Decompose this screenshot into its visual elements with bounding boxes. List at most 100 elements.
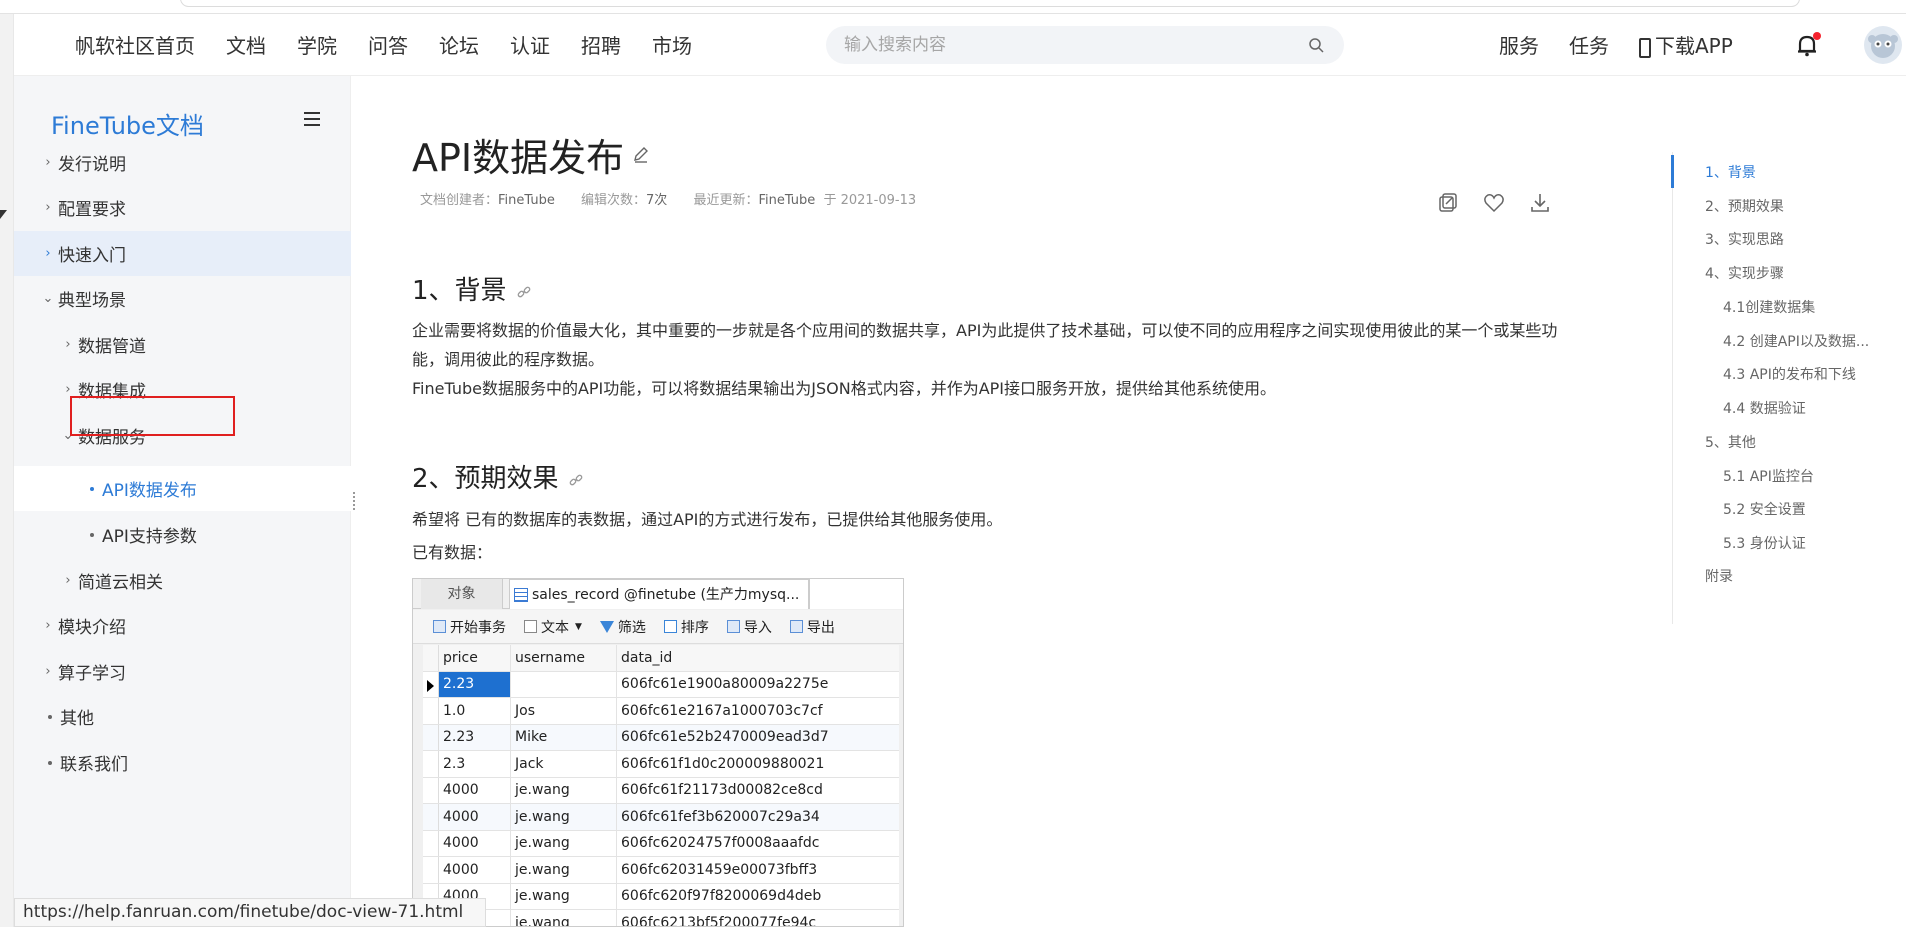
table-cell: 606fc62031459e00073fbff3 xyxy=(621,861,818,878)
toc-item[interactable]: 5.2 安全设置 xyxy=(1723,499,1806,519)
toc-item[interactable]: 4、实现步骤 xyxy=(1705,263,1784,283)
table-cell: 2.23 xyxy=(439,724,511,750)
sidebar-title[interactable]: FineTube文档 xyxy=(51,106,204,141)
sidebar-item-operators[interactable]: › 算子学习 xyxy=(14,649,351,694)
toc-item[interactable]: 4.1创建数据集 xyxy=(1723,297,1815,317)
section-heading-expected: 2、预期效果 xyxy=(412,458,583,495)
sidebar-item-label: API数据发布 xyxy=(102,481,197,501)
copy-edit-icon[interactable] xyxy=(1437,192,1459,214)
export-button: 导出 xyxy=(789,617,835,637)
table-row: 4000 je.wang 606fc62024757f0008aaafdc xyxy=(423,830,899,857)
filter-icon xyxy=(599,620,614,633)
chevron-right-icon: › xyxy=(65,573,71,588)
nav-jobs[interactable]: 招聘 xyxy=(581,30,621,59)
sidebar-item-label: 简道云相关 xyxy=(78,573,163,593)
table-toolbar: 开始事务 文本 ▼ 筛选 排序 导入 导出 xyxy=(413,610,903,644)
table-cell: 1.0 xyxy=(439,698,511,724)
updated-date: 于 2021-09-13 xyxy=(823,193,917,208)
sidebar-item-jiandaoyun[interactable]: › 简道云相关 xyxy=(14,558,351,603)
toc-item[interactable]: 5.3 身份认证 xyxy=(1723,533,1806,553)
chevron-right-icon: › xyxy=(45,155,51,170)
link-icon[interactable] xyxy=(517,285,531,299)
nav-forum[interactable]: 论坛 xyxy=(439,30,479,59)
table-cell: 606fc61e1900a80009a2275e xyxy=(621,676,829,693)
doc-sidebar: FineTube文档 › 发行说明 › 配置要求 › 快速入门 ⌄ 典型场景 › 数据管道… xyxy=(14,76,351,927)
toolbar-label: 导出 xyxy=(806,619,835,636)
toc-active-indicator xyxy=(1671,155,1674,188)
table-header-row: price username data_id xyxy=(423,645,899,672)
table-row: 4000 je.wang 606fc61f21173d00082ce8cd xyxy=(423,777,899,804)
nav-certification[interactable]: 认证 xyxy=(510,30,550,59)
search-icon[interactable] xyxy=(1308,37,1324,53)
chevron-right-icon: › xyxy=(65,382,71,397)
table-cell: je.wang xyxy=(511,830,617,856)
edit-icon[interactable] xyxy=(632,146,650,164)
search-input[interactable] xyxy=(844,26,1284,64)
table-row: 1.0 Jos 606fc61e2167a1000703c7cf xyxy=(423,698,899,725)
sidebar-item-label: 其他 xyxy=(60,709,94,729)
text-button: 文本 ▼ xyxy=(524,617,582,637)
bullet-icon xyxy=(48,714,52,719)
toolbar-label: 开始事务 xyxy=(450,619,506,636)
download-icon[interactable] xyxy=(1529,192,1551,214)
nav-academy[interactable]: 学院 xyxy=(297,30,337,59)
task-link[interactable]: 任务 xyxy=(1569,30,1609,59)
sidebar-item-label: 联系我们 xyxy=(60,755,128,775)
chevron-down-icon: ⌄ xyxy=(42,291,54,306)
sidebar-item-api-data-publish[interactable]: API数据发布 xyxy=(14,466,351,511)
table-cell: 606fc61fef3b620007c29a34 xyxy=(621,808,820,825)
sidebar-item-other[interactable]: 其他 xyxy=(14,694,351,739)
toc-item[interactable]: 4.2 创建API以及数据... xyxy=(1723,331,1869,351)
toc-item[interactable]: 2、预期效果 xyxy=(1705,196,1784,216)
row-pointer-icon xyxy=(427,679,434,692)
toc-item[interactable]: 5.1 API监控台 xyxy=(1723,466,1814,486)
sidebar-item-label: 配置要求 xyxy=(58,200,126,220)
creator-value: FineTube xyxy=(498,193,555,208)
sidebar-item-modules[interactable]: › 模块介绍 xyxy=(14,603,351,648)
section1-paragraph2: FineTube数据服务中的API功能，可以将数据结果输出为JSON格式内容，并… xyxy=(412,379,1277,398)
table-row: 2.23 606fc61e1900a80009a2275e xyxy=(423,671,899,698)
table-row: 2.23 Mike 606fc61e52b2470009ead3d7 xyxy=(423,724,899,751)
toc-item[interactable]: 1、背景 xyxy=(1705,162,1756,182)
toc-item[interactable]: 4.3 API的发布和下线 xyxy=(1723,364,1856,384)
chevron-right-icon: › xyxy=(45,664,51,679)
sort-icon xyxy=(663,620,677,633)
toc-item[interactable]: 附录 xyxy=(1705,566,1733,586)
nav-qa[interactable]: 问答 xyxy=(368,30,408,59)
sidebar-item-contact[interactable]: 联系我们 xyxy=(14,740,351,785)
heart-icon[interactable] xyxy=(1483,192,1505,214)
table-cell: 606fc61f1d0c200009880021 xyxy=(621,755,825,772)
browser-address-bar[interactable] xyxy=(180,0,1800,7)
toc-item[interactable]: 4.4 数据验证 xyxy=(1723,398,1806,418)
chevron-right-icon: › xyxy=(65,337,71,352)
table-tabs: 对象 sales_record @finetube (生产力mysq... xyxy=(413,579,903,609)
sidebar-item-label: 发行说明 xyxy=(58,155,126,175)
toc-item[interactable]: 3、实现思路 xyxy=(1705,229,1784,249)
table-cell: 4000 xyxy=(439,830,511,856)
sidebar-item-release-notes[interactable]: › 发行说明 xyxy=(14,140,351,185)
chevron-right-icon: › xyxy=(45,618,51,633)
table-cell: 4000 xyxy=(439,804,511,830)
sidebar-item-data-pipeline[interactable]: › 数据管道 xyxy=(14,322,351,367)
sidebar-item-quick-start[interactable]: › 快速入门 xyxy=(14,231,351,276)
table-row: 2.3 Jack 606fc61f1d0c200009880021 xyxy=(423,751,899,778)
table-cell: 606fc620f97f8200069d4deb xyxy=(621,888,822,905)
nav-market[interactable]: 市场 xyxy=(652,30,692,59)
sidebar-item-api-params[interactable]: API支持参数 xyxy=(14,512,351,557)
avatar[interactable] xyxy=(1864,26,1902,64)
toc-item[interactable]: 5、其他 xyxy=(1705,432,1756,452)
nav-docs[interactable]: 文档 xyxy=(226,30,266,59)
download-app-link[interactable]: 下载APP xyxy=(1639,30,1733,59)
table-row: 4000 je.wang 606fc620f97f8200069d4deb xyxy=(423,883,899,910)
sidebar-resize-handle[interactable] xyxy=(353,492,356,510)
table-row: 4000 je.wang 606fc62031459e00073fbff3 xyxy=(423,857,899,884)
tab-sales-record: sales_record @finetube (生产力mysq... xyxy=(509,579,809,609)
table-cell: Mike xyxy=(511,724,617,750)
link-icon[interactable] xyxy=(569,473,583,487)
sidebar-item-typical-scenarios[interactable]: ⌄ 典型场景 xyxy=(14,276,351,321)
service-link[interactable]: 服务 xyxy=(1499,30,1539,59)
menu-toggle-icon[interactable] xyxy=(304,112,320,126)
sidebar-item-requirements[interactable]: › 配置要求 xyxy=(14,185,351,230)
sidebar-item-label: 模块介绍 xyxy=(58,618,126,638)
nav-home[interactable]: 帆软社区首页 xyxy=(75,30,195,59)
